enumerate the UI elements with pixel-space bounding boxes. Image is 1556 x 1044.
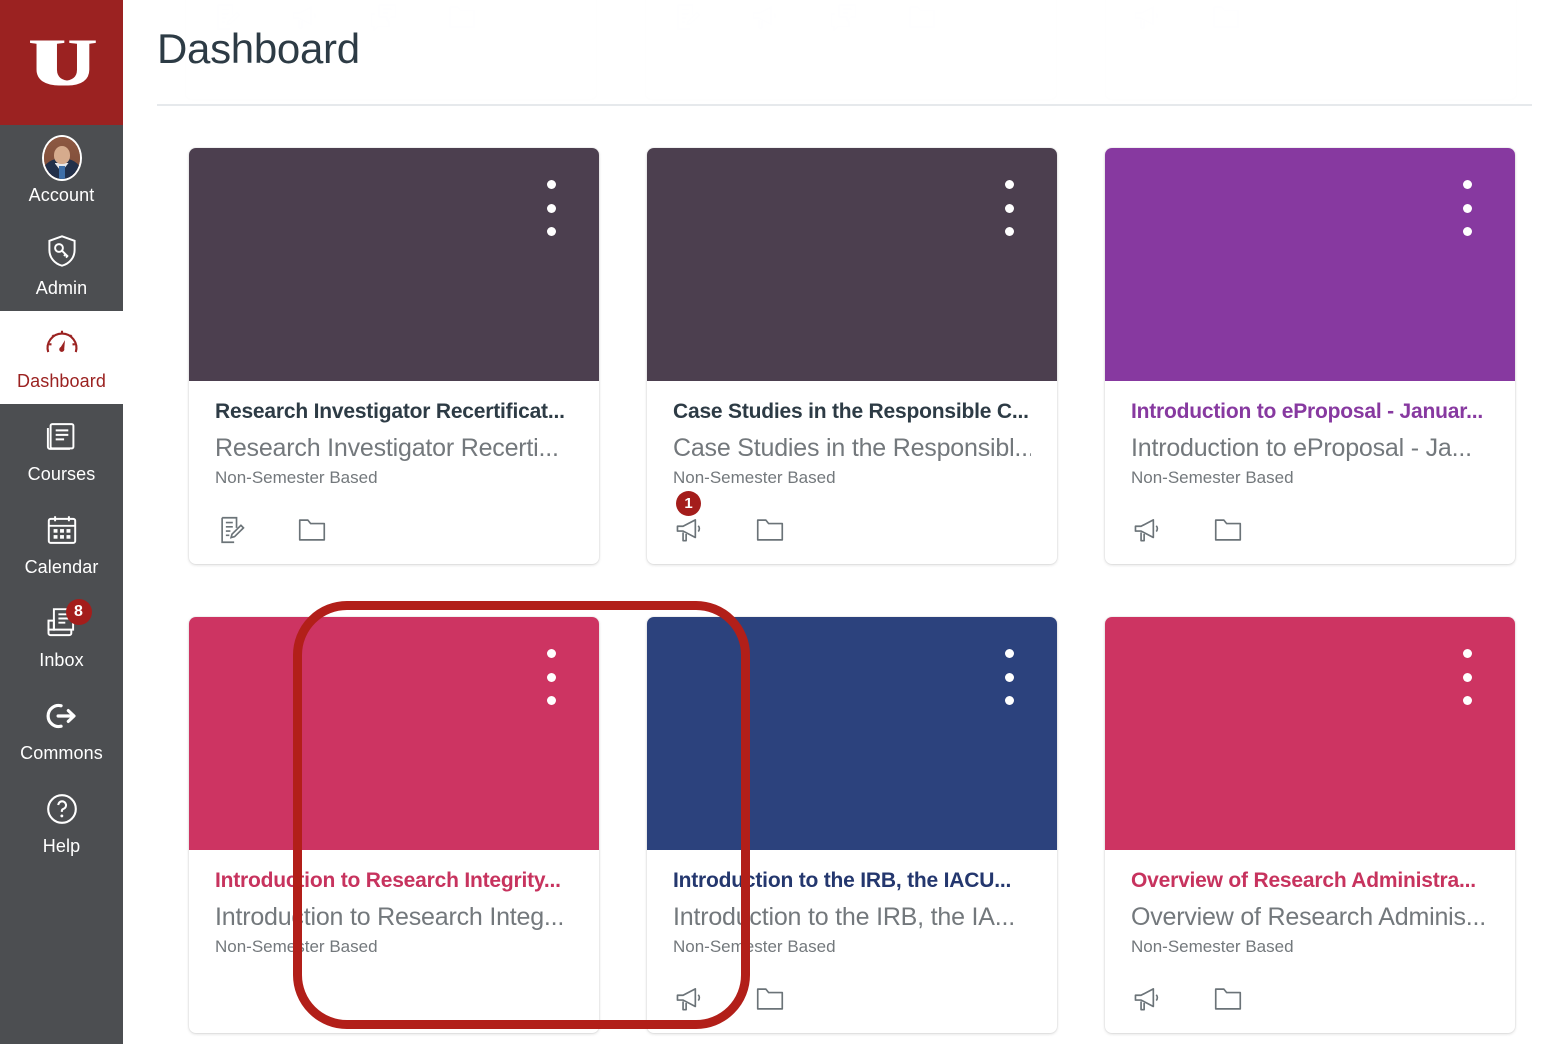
course-card-color-header <box>1105 148 1515 381</box>
course-card-title-link[interactable]: Case Studies in the Responsible C... <box>673 399 1031 425</box>
university-logo[interactable]: U <box>0 0 123 125</box>
sidebar-item-label: Dashboard <box>17 371 106 391</box>
course-card-subtitle: Introduction to Research Integ... <box>215 903 565 931</box>
sidebar-item-help[interactable]: Help <box>0 776 123 869</box>
page-header: Dashboard <box>123 0 1556 108</box>
course-card-title-link[interactable]: Introduction to the IRB, the IACU... <box>673 868 1031 894</box>
course-card[interactable]: Research Investigator Recertificat... Res… <box>189 148 599 564</box>
card-options-kebab-icon[interactable] <box>998 180 1020 236</box>
course-card-term: Non-Semester Based <box>1131 468 1294 487</box>
course-card-subtitle: Case Studies in the Responsibl... <box>673 434 1031 462</box>
files-icon[interactable] <box>1211 982 1245 1016</box>
course-card-body: Research Investigator Recertificat... Res… <box>189 381 599 564</box>
card-options-kebab-icon[interactable] <box>540 180 562 236</box>
global-navigation-sidebar: U Account Admin Dashboard Courses Calend… <box>0 0 123 1044</box>
course-card-body: Introduction to the IRB, the IACU... Intr… <box>647 850 1057 1033</box>
sidebar-item-label: Admin <box>35 278 88 298</box>
course-card-body: Introduction to eProposal - Januar... Int… <box>1105 381 1515 564</box>
avatar-icon <box>41 135 82 181</box>
header-divider <box>157 104 1532 106</box>
page-title: Dashboard <box>157 25 360 72</box>
sidebar-item-label: Calendar <box>24 557 99 577</box>
files-icon[interactable] <box>753 513 787 547</box>
canvas-dashboard-app: U Account Admin Dashboard Courses Calend… <box>0 0 1556 1044</box>
course-card-title-link[interactable]: Overview of Research Administra... <box>1131 868 1489 894</box>
sidebar-item-account[interactable]: Account <box>0 125 123 218</box>
sidebar-item-dashboard[interactable]: Dashboard <box>0 311 123 404</box>
course-card[interactable]: Introduction to Research Integrity... Int… <box>189 617 599 1033</box>
book-icon <box>42 417 82 457</box>
sidebar-item-label: Inbox <box>39 650 84 670</box>
course-card-color-header <box>647 148 1057 381</box>
course-card[interactable]: Case Studies in the Responsible C... Case… <box>647 148 1057 564</box>
sidebar-item-calendar[interactable]: Calendar <box>0 497 123 590</box>
course-card-body: Overview of Research Administra... Overvi… <box>1105 850 1515 1033</box>
course-card-body: Introduction to Research Integrity... Int… <box>189 850 599 1033</box>
calendar-icon <box>42 510 82 550</box>
files-icon[interactable] <box>295 513 329 547</box>
shield-key-icon <box>42 231 82 271</box>
announcement-icon[interactable] <box>673 982 707 1016</box>
course-card-subtitle: Introduction to the IRB, the IA... <box>673 903 1016 931</box>
avatar <box>41 135 82 181</box>
dashboard-main: Non-Semester Based Fall 2019 Non-Semeste… <box>123 0 1556 1044</box>
course-card-color-header <box>189 148 599 381</box>
question-circle-icon <box>42 789 82 829</box>
card-options-kebab-icon[interactable] <box>540 649 562 705</box>
course-card-term: Non-Semester Based <box>1131 937 1294 956</box>
sidebar-item-admin[interactable]: Admin <box>0 218 123 311</box>
sidebar-item-inbox[interactable]: 8 Inbox <box>0 590 123 683</box>
gauge-icon <box>42 324 82 364</box>
files-icon[interactable] <box>1211 513 1245 547</box>
course-card-subtitle: Research Investigator Recerti... <box>215 434 559 462</box>
logo-letter: U <box>31 24 94 101</box>
course-card-term: Non-Semester Based <box>673 468 836 487</box>
course-card-body: Case Studies in the Responsible C... Case… <box>647 381 1057 564</box>
course-card-color-header <box>189 617 599 850</box>
course-card-title-link[interactable]: Research Investigator Recertificat... <box>215 399 573 425</box>
course-card-term: Non-Semester Based <box>215 468 378 487</box>
course-card-term: Non-Semester Based <box>673 937 836 956</box>
course-card[interactable]: Overview of Research Administra... Overvi… <box>1105 617 1515 1033</box>
announcement-icon[interactable]: 1 <box>673 491 707 547</box>
sidebar-item-commons[interactable]: Commons <box>0 683 123 776</box>
course-cards-grid: Research Investigator Recertificat... Res… <box>189 148 1556 1033</box>
course-card[interactable]: Introduction to eProposal - Januar... Int… <box>1105 148 1515 564</box>
course-card-subtitle: Introduction to eProposal - Ja... <box>1131 434 1472 462</box>
course-card-color-header <box>647 617 1057 850</box>
course-card-action-icons <box>673 982 1031 1016</box>
sidebar-item-label: Account <box>28 185 95 205</box>
course-card-term: Non-Semester Based <box>215 937 378 956</box>
course-card-action-icons <box>1131 982 1489 1016</box>
sidebar-item-courses[interactable]: Courses <box>0 404 123 497</box>
arrow-out-icon <box>42 696 82 736</box>
unread-count-badge: 1 <box>676 491 701 516</box>
files-icon[interactable] <box>753 982 787 1016</box>
sidebar-item-badge: 8 <box>65 599 92 625</box>
sidebar-item-label: Courses <box>27 464 96 484</box>
course-card-color-header <box>1105 617 1515 850</box>
card-options-kebab-icon[interactable] <box>998 649 1020 705</box>
course-card[interactable]: Introduction to the IRB, the IACU... Intr… <box>647 617 1057 1033</box>
course-card-subtitle: Overview of Research Adminis... <box>1131 903 1487 931</box>
course-card-title-link[interactable]: Introduction to Research Integrity... <box>215 868 573 894</box>
course-card-title-link[interactable]: Introduction to eProposal - Januar... <box>1131 399 1489 425</box>
announcement-icon[interactable] <box>1131 982 1165 1016</box>
sidebar-item-label: Help <box>42 836 81 856</box>
sidebar-item-label: Commons <box>20 743 103 763</box>
card-options-kebab-icon[interactable] <box>1456 180 1478 236</box>
course-card-action-icons <box>215 513 573 547</box>
inbox-icon: 8 <box>42 599 92 643</box>
course-card-action-icons <box>1131 513 1489 547</box>
card-options-kebab-icon[interactable] <box>1456 649 1478 705</box>
announcement-icon[interactable] <box>1131 513 1165 547</box>
grading-icon[interactable] <box>215 513 249 547</box>
course-card-action-icons: 1 <box>673 491 1031 547</box>
